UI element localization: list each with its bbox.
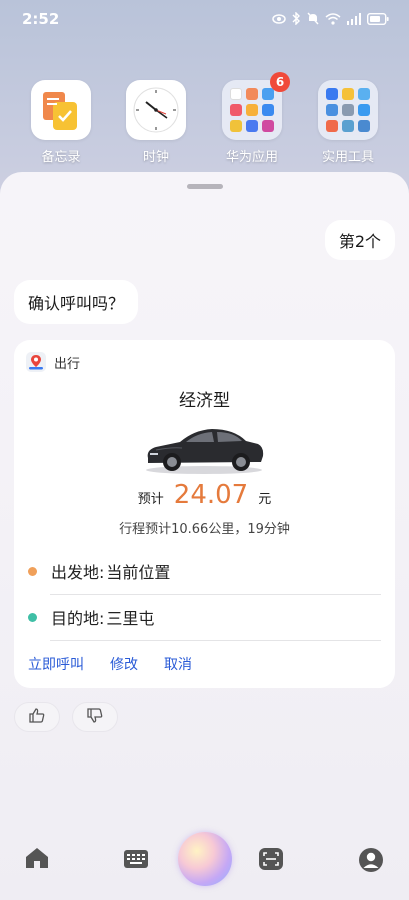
thumbs-up-button[interactable] [14, 702, 60, 732]
scan-icon[interactable] [258, 847, 284, 871]
fare-unit: 元 [258, 492, 272, 507]
modify-button[interactable]: 修改 [110, 654, 138, 674]
memo-icon [31, 80, 91, 140]
cancel-button[interactable]: 取消 [164, 654, 192, 674]
drag-handle[interactable] [187, 184, 223, 189]
assistant-message-bubble: 确认呼叫吗？ [14, 280, 139, 324]
profile-icon[interactable] [358, 847, 384, 873]
keyboard-icon[interactable] [123, 849, 149, 869]
user-message-bubble: 第2个 [324, 220, 395, 260]
ride-card: 出行 经济型 预计 24.07 元 行程预计10.66公里，19分钟 出发地: [14, 340, 395, 688]
signal-icon [347, 12, 361, 25]
car-type: 经济型 [179, 391, 230, 411]
folder-icon: 6 [222, 72, 290, 140]
clock-icon [126, 80, 186, 140]
app-clock-label: 时钟 [142, 150, 169, 165]
wifi-icon [325, 12, 341, 25]
call-now-button[interactable]: 立即呼叫 [28, 654, 84, 674]
origin-label: 出发地: [51, 563, 105, 582]
status-time: 2:52 [22, 10, 60, 28]
battery-icon [367, 12, 389, 25]
thumbs-down-icon [87, 707, 103, 727]
origin-value: 当前位置 [106, 563, 171, 582]
folder-icon [318, 80, 378, 140]
app-folder-tools-label: 实用工具 [321, 150, 374, 165]
thumbs-up-icon [29, 707, 45, 727]
destination-label: 目的地: [51, 609, 105, 628]
eye-icon [272, 13, 286, 25]
card-actions: 立即呼叫 修改 取消 [28, 654, 192, 674]
assistant-panel: 第2个 确认呼叫吗？ 出行 经济型 预计 24.07 元 行程预计10.66公里… [0, 172, 409, 900]
mute-icon [307, 12, 319, 25]
destination-row[interactable]: 目的地: 三里屯 [28, 594, 382, 640]
card-header: 出行 [26, 352, 80, 372]
app-memo[interactable]: 备忘录 [21, 80, 101, 165]
home-apps-row: 备忘录 时钟 6 华为应用 实用工具 [0, 72, 409, 170]
fare-value: 24.07 [173, 480, 249, 510]
thumbs-down-button[interactable] [72, 702, 118, 732]
ride-app-icon [26, 352, 46, 372]
status-bar: 2:52 [0, 0, 409, 40]
app-folder-tools[interactable]: 实用工具 [308, 80, 388, 165]
bottom-dock [0, 812, 409, 892]
divider [50, 640, 381, 641]
trip-info: 行程预计10.66公里，19分钟 [119, 522, 290, 537]
destination-value: 三里屯 [106, 609, 155, 628]
status-icons [272, 12, 389, 25]
app-memo-label: 备忘录 [41, 150, 81, 165]
origin-row[interactable]: 出发地: 当前位置 [28, 548, 382, 594]
origin-dot [28, 566, 37, 576]
destination-dot [28, 612, 37, 622]
app-clock[interactable]: 时钟 [116, 80, 196, 165]
fare-row: 预计 24.07 元 [14, 480, 395, 510]
bluetooth-icon [292, 12, 301, 25]
ride-app-name: 出行 [54, 356, 81, 372]
car-image [142, 420, 267, 480]
app-folder-huawei[interactable]: 6 华为应用 [212, 72, 292, 165]
notification-badge: 6 [270, 72, 290, 92]
home-icon[interactable] [24, 846, 50, 870]
fare-prefix: 预计 [137, 492, 164, 507]
app-folder-huawei-label: 华为应用 [225, 150, 278, 165]
assistant-orb[interactable] [178, 832, 232, 886]
